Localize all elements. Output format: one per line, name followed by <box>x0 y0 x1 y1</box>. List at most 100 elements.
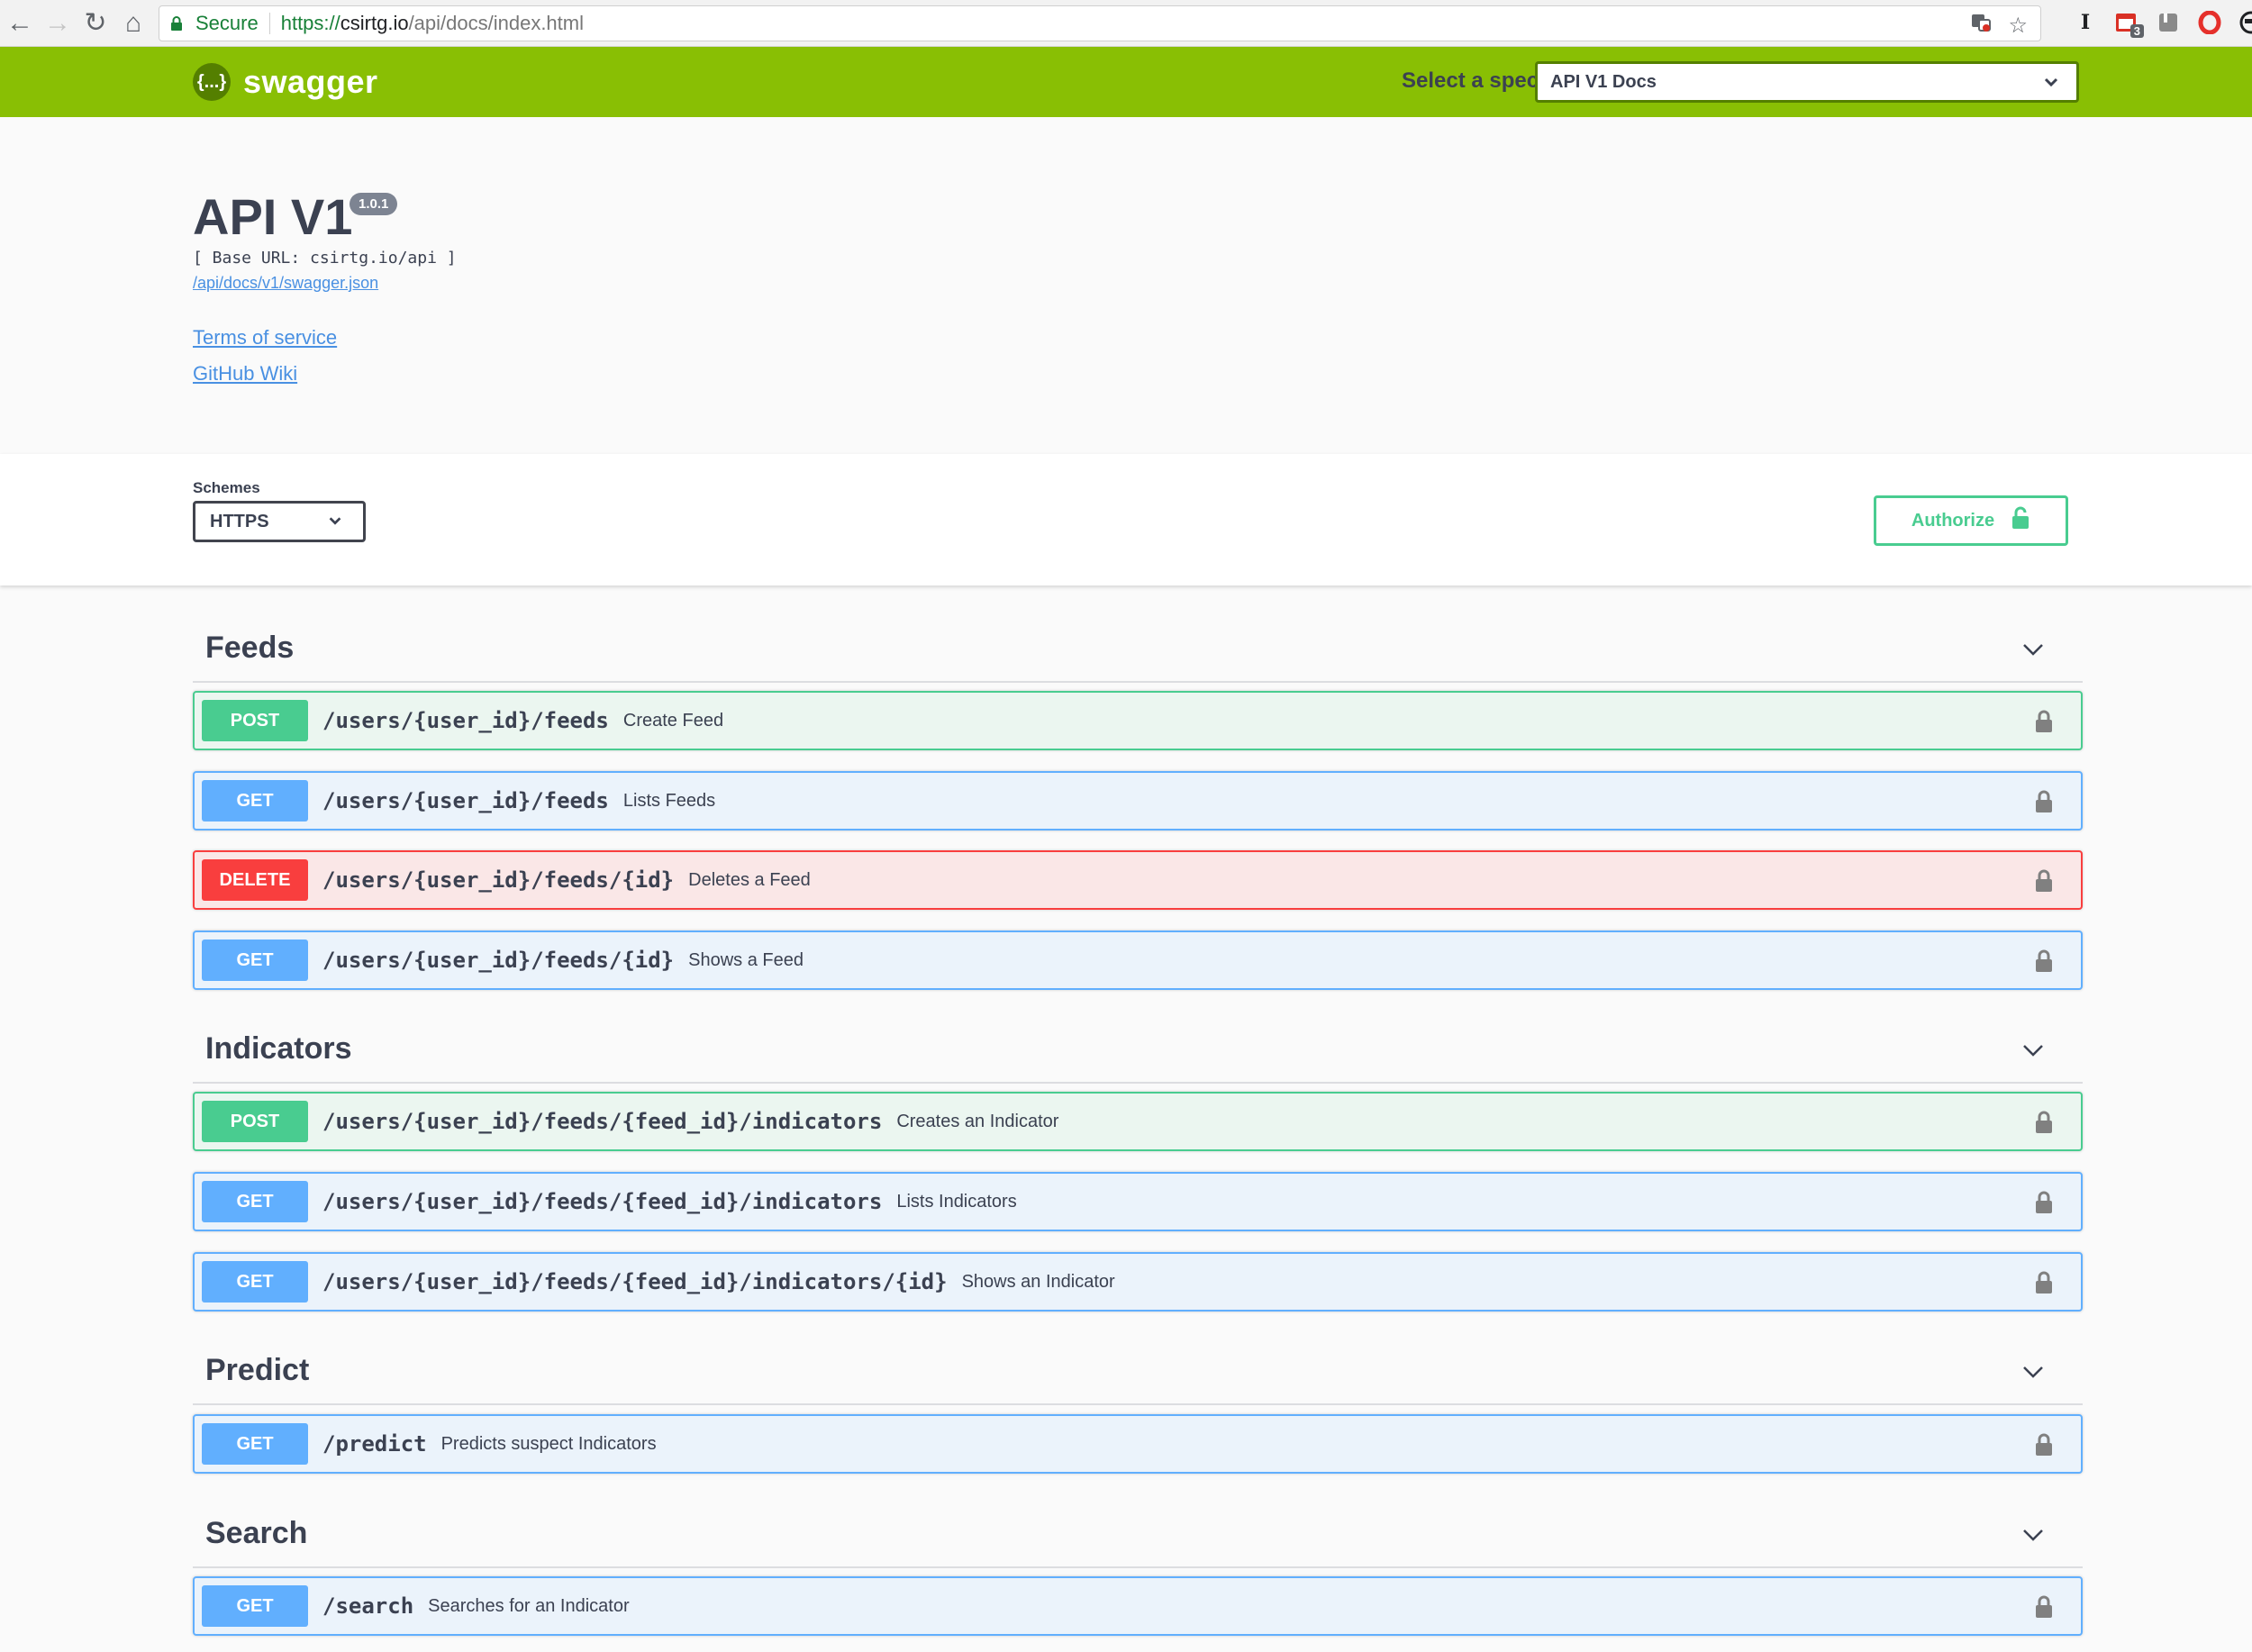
operation-row[interactable]: GET /predict Predicts suspect Indicators <box>193 1414 2083 1474</box>
operation-path: /users/{user_id}/feeds/{feed_id}/indicat… <box>322 1189 883 1214</box>
method-badge: POST <box>202 1101 308 1142</box>
section-header-feeds[interactable]: Feeds <box>193 616 2083 683</box>
operation-summary: Searches for an Indicator <box>428 1595 630 1616</box>
chevron-down-icon <box>2020 1358 2047 1390</box>
address-divider <box>268 13 270 34</box>
extension-face-icon[interactable] <box>2238 9 2252 36</box>
operation-summary: Lists Indicators <box>896 1191 1017 1212</box>
github-wiki-link[interactable]: GitHub Wiki <box>193 362 297 386</box>
forward-icon[interactable]: → <box>40 5 76 41</box>
extension-calendar-icon[interactable]: 3 <box>2113 9 2144 38</box>
schemes-select[interactable]: HTTPS <box>193 501 366 542</box>
operation-path: /search <box>322 1593 414 1619</box>
section-title: Search <box>205 1516 308 1550</box>
operation-summary: Shows a Feed <box>688 949 804 970</box>
schemes-label: Schemes <box>193 479 260 496</box>
extension-i-icon[interactable]: I <box>2072 9 2099 36</box>
lock-icon[interactable] <box>2034 868 2054 898</box>
extension-badge: 3 <box>2129 24 2144 38</box>
address-bar[interactable]: Secure https:// csirtg.io /api/docs/inde… <box>159 5 2041 41</box>
chevron-down-icon <box>2042 73 2060 96</box>
url-host: csirtg.io <box>340 12 409 34</box>
version-badge: 1.0.1 <box>350 193 398 215</box>
base-url: [ Base URL: csirtg.io/api ] <box>193 249 457 268</box>
select-spec-label: Select a spec <box>1402 68 1539 93</box>
swagger-logo[interactable]: {...} swagger <box>193 63 378 101</box>
extension-box-icon[interactable] <box>2155 9 2182 36</box>
section-title: Predict <box>205 1353 310 1387</box>
terms-of-service-link[interactable]: Terms of service <box>193 326 337 349</box>
spec-select[interactable]: API V1 Docs <box>1535 61 2079 103</box>
unlocked-lock-icon <box>2011 506 2030 535</box>
home-icon[interactable]: ⌂ <box>115 5 151 41</box>
operation-row[interactable]: GET /users/{user_id}/feeds/{feed_id}/ind… <box>193 1172 2083 1231</box>
operation-summary: Deletes a Feed <box>688 869 811 890</box>
section-header-search[interactable]: Search <box>193 1502 2083 1568</box>
section-header-predict[interactable]: Predict <box>193 1339 2083 1405</box>
operation-summary: Shows an Indicator <box>961 1271 1115 1292</box>
operation-row[interactable]: POST /users/{user_id}/feeds/{feed_id}/in… <box>193 1092 2083 1151</box>
method-badge: GET <box>202 1181 308 1222</box>
lock-icon[interactable] <box>2034 1110 2054 1139</box>
schemes-select-value: HTTPS <box>210 511 269 531</box>
method-badge: GET <box>202 780 308 821</box>
back-icon[interactable]: ← <box>2 5 38 41</box>
operation-row[interactable]: GET /users/{user_id}/feeds/{feed_id}/ind… <box>193 1252 2083 1312</box>
operation-row[interactable]: POST /users/{user_id}/feeds Create Feed <box>193 691 2083 750</box>
chevron-down-icon <box>327 513 343 534</box>
section-title: Feeds <box>205 631 295 665</box>
api-title: API V1 <box>193 188 353 245</box>
method-badge: GET <box>202 939 308 981</box>
method-badge: GET <box>202 1261 308 1303</box>
lock-icon[interactable] <box>2034 789 2054 819</box>
operation-row[interactable]: DELETE /users/{user_id}/feeds/{id} Delet… <box>193 850 2083 910</box>
operation-summary: Create Feed <box>622 710 724 731</box>
swagger-topbar: {...} swagger Select a spec API V1 Docs <box>0 47 2252 117</box>
reload-icon[interactable]: ↻ <box>77 5 114 41</box>
method-badge: GET <box>202 1585 308 1627</box>
secure-label: Secure <box>195 12 259 34</box>
method-badge: DELETE <box>202 859 308 901</box>
operation-row[interactable]: GET /users/{user_id}/feeds/{id} Shows a … <box>193 930 2083 990</box>
operation-path: /users/{user_id}/feeds <box>322 788 609 813</box>
lock-icon[interactable] <box>2034 709 2054 739</box>
operation-path: /predict <box>322 1431 427 1457</box>
url-path: /api/docs/index.html <box>408 12 584 34</box>
info-section: API V1 1.0.1 [ Base URL: csirtg.io/api ]… <box>0 117 2252 454</box>
authorize-button[interactable]: Authorize <box>1874 495 2068 546</box>
method-badge: POST <box>202 700 308 741</box>
swagger-logo-text: swagger <box>243 63 378 100</box>
operation-path: /users/{user_id}/feeds/{feed_id}/indicat… <box>322 1109 883 1134</box>
operation-summary: Creates an Indicator <box>896 1111 1059 1131</box>
lock-icon[interactable] <box>2034 1432 2054 1462</box>
swagger-logo-icon: {...} <box>193 63 231 101</box>
section-title: Indicators <box>205 1031 352 1066</box>
lock-icon[interactable] <box>2034 949 2054 978</box>
lock-icon[interactable] <box>2034 1270 2054 1300</box>
schemes-bar: Schemes HTTPS Authorize <box>0 454 2252 585</box>
section-header-indicators[interactable]: Indicators <box>193 1017 2083 1084</box>
operation-path: /users/{user_id}/feeds/{id} <box>322 867 675 893</box>
chevron-down-icon <box>2020 1521 2047 1553</box>
authorize-label: Authorize <box>1911 510 1995 531</box>
operation-summary: Predicts suspect Indicators <box>440 1433 657 1454</box>
lock-icon[interactable] <box>2034 1594 2054 1624</box>
operation-row[interactable]: GET /search Searches for an Indicator <box>193 1576 2083 1636</box>
chevron-down-icon <box>2020 636 2047 667</box>
translate-icon[interactable] <box>1970 12 1992 40</box>
operation-path: /users/{user_id}/feeds <box>322 708 609 733</box>
operation-summary: Lists Feeds <box>622 790 716 811</box>
browser-toolbar: ← → ↻ ⌂ Secure https:// csirtg.io /api/d… <box>0 0 2252 47</box>
bookmark-star-icon[interactable]: ☆ <box>2008 13 2028 39</box>
swagger-json-link[interactable]: /api/docs/v1/swagger.json <box>193 274 378 293</box>
operation-path: /users/{user_id}/feeds/{feed_id}/indicat… <box>322 1269 948 1294</box>
method-badge: GET <box>202 1423 308 1465</box>
operation-row[interactable]: GET /users/{user_id}/feeds Lists Feeds <box>193 771 2083 831</box>
operation-path: /users/{user_id}/feeds/{id} <box>322 948 675 973</box>
url-scheme: https:// <box>280 12 341 34</box>
lock-icon <box>170 15 190 32</box>
opera-icon[interactable] <box>2196 9 2223 36</box>
lock-icon[interactable] <box>2034 1190 2054 1220</box>
spec-select-value: API V1 Docs <box>1550 71 1657 92</box>
chevron-down-icon <box>2020 1037 2047 1068</box>
